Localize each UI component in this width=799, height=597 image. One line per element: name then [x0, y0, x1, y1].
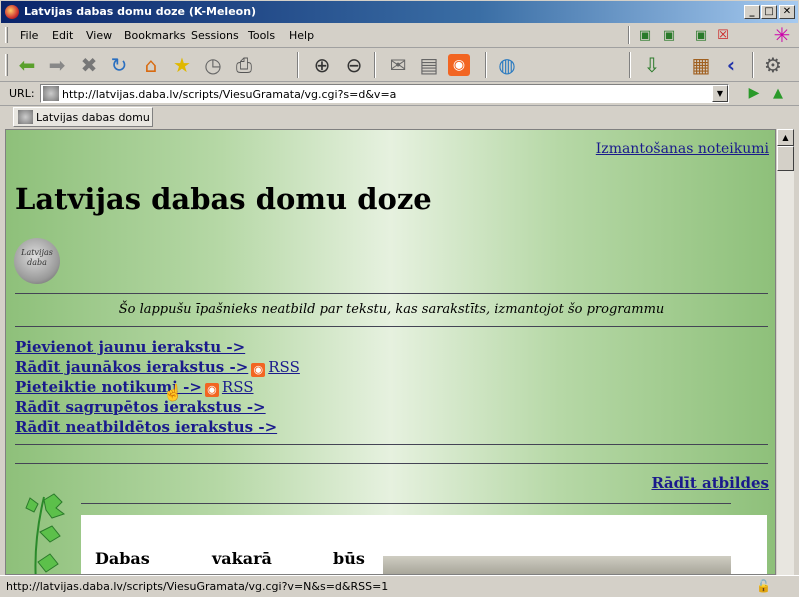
- menu-tools[interactable]: Tools: [248, 29, 275, 42]
- entry-word: būs: [333, 549, 365, 568]
- settings-gear-icon[interactable]: ⚙: [760, 52, 786, 78]
- toolbar-separator: [374, 52, 376, 78]
- rss-link[interactable]: RSS: [268, 358, 300, 376]
- bookmarks-panel-icon[interactable]: ▦: [688, 52, 714, 78]
- url-label: URL:: [9, 87, 35, 100]
- divider: [15, 326, 768, 327]
- url-bar: URL: http://latvijas.daba.lv/scripts/Vie…: [0, 82, 799, 106]
- menu-sessions[interactable]: Sessions: [191, 29, 239, 42]
- throbber-icon: ✳: [773, 23, 791, 47]
- menu-help[interactable]: Help: [289, 29, 314, 42]
- forward-icon[interactable]: ➡: [44, 52, 70, 78]
- title-bar: Latvijas dabas domu doze (K-Meleon) _ □ …: [0, 0, 799, 23]
- download-icon[interactable]: ⇩: [639, 52, 665, 78]
- divider: [15, 444, 768, 445]
- history-icon[interactable]: ◷: [200, 52, 226, 78]
- toolbar-separator: [485, 52, 487, 78]
- minimize-button[interactable]: _: [744, 5, 760, 19]
- go-icon[interactable]: ▶: [744, 82, 764, 104]
- leaf-decoration-icon: [25, 493, 66, 574]
- rss-icon[interactable]: ◉: [251, 363, 266, 377]
- entry-photo: [383, 556, 731, 574]
- sidebar-toggle-icon[interactable]: ‹: [718, 52, 744, 78]
- menu-file[interactable]: File: [20, 29, 38, 42]
- rss-link[interactable]: RSS: [222, 378, 254, 396]
- tab-latvijas-dabas[interactable]: Latvijas dabas domu ...: [13, 107, 153, 137]
- tab-next-icon[interactable]: ▣: [660, 25, 678, 45]
- collapse-icon[interactable]: ▲: [768, 82, 788, 104]
- zoom-in-icon[interactable]: ⊕: [309, 52, 335, 78]
- maximize-button[interactable]: □: [761, 5, 777, 19]
- menu-edit[interactable]: Edit: [52, 29, 73, 42]
- web-page-content: Izmantošanas noteikumi Latvijas dabas do…: [5, 129, 776, 575]
- menu-view[interactable]: View: [86, 29, 112, 42]
- tab-prev-icon[interactable]: ▣: [636, 25, 654, 45]
- menu-grip[interactable]: [5, 27, 8, 43]
- status-bar: http://latvijas.daba.lv/scripts/ViesuGra…: [0, 575, 799, 597]
- rss-icon[interactable]: ◉: [204, 383, 219, 397]
- disclaimer-text: Šo lappušu īpašnieks neatbild par tekstu…: [118, 302, 665, 317]
- add-entry-link[interactable]: Pievienot jaunu ierakstu ->: [15, 338, 245, 356]
- entry-word: Dabas: [95, 549, 150, 568]
- k-meleon-icon[interactable]: [5, 5, 19, 19]
- window-title: Latvijas dabas domu doze (K-Meleon): [24, 5, 257, 18]
- rss-feed-icon[interactable]: ◉: [448, 54, 470, 76]
- zoom-out-icon[interactable]: ⊖: [341, 52, 367, 78]
- url-dropdown-icon[interactable]: ▼: [712, 85, 728, 102]
- entry-word: vakarā: [212, 549, 272, 568]
- divider: [81, 503, 731, 504]
- terms-of-use-link[interactable]: Izmantošanas noteikumi: [596, 141, 769, 157]
- url-input[interactable]: http://latvijas.daba.lv/scripts/ViesuGra…: [40, 84, 729, 103]
- globe-icon[interactable]: ◍: [494, 52, 520, 78]
- new-tab-icon[interactable]: ▣: [692, 25, 710, 45]
- security-lock-icon: 🔓: [756, 579, 771, 593]
- tab-favicon: [18, 110, 33, 124]
- menu-bar: File Edit View Bookmarks Sessions Tools …: [0, 23, 799, 48]
- close-tab-icon[interactable]: ☒: [714, 25, 732, 45]
- stop-icon[interactable]: ✖: [76, 52, 102, 78]
- scroll-up-icon[interactable]: ▲: [777, 129, 794, 146]
- url-text[interactable]: http://latvijas.daba.lv/scripts/ViesuGra…: [62, 88, 396, 101]
- grouped-entries-link[interactable]: Rādīt sagrupētos ierakstus ->: [15, 398, 266, 416]
- events-link[interactable]: Pieteiktie notikumi -> ◉ RSS: [15, 378, 254, 397]
- reload-icon[interactable]: ↻: [106, 52, 132, 78]
- divider: [15, 463, 768, 464]
- menu-bookmarks[interactable]: Bookmarks: [124, 29, 185, 42]
- close-button[interactable]: ✕: [779, 5, 795, 19]
- hand-cursor-icon: ☝: [163, 383, 183, 402]
- home-icon[interactable]: ⌂: [138, 52, 164, 78]
- site-logo: Latvijas daba: [14, 238, 60, 284]
- show-answers-link[interactable]: Rādīt atbildes: [651, 474, 769, 492]
- vertical-scrollbar[interactable]: ▲: [776, 129, 794, 575]
- print-icon[interactable]: ⎙: [231, 52, 257, 78]
- toolbar-separator: [629, 52, 631, 78]
- toolbar-separator: [752, 52, 754, 78]
- tab-bar: Latvijas dabas domu ...: [0, 106, 799, 137]
- entry-panel: Dabas vakarā būs: [81, 515, 767, 574]
- mail-icon[interactable]: ✉: [385, 52, 411, 78]
- page-heading: Latvijas dabas domu doze: [15, 182, 432, 216]
- latest-entries-link[interactable]: Rādīt jaunākos ierakstus -> ◉ RSS: [15, 358, 300, 377]
- navigation-toolbar: ⬅ ➡ ✖ ↻ ⌂ ★ ◷ ⎙ ⊕ ⊖ ✉ ▤ ◉ ◍ ⇩ ▦ ‹ ⚙: [0, 48, 799, 82]
- status-text: http://latvijas.daba.lv/scripts/ViesuGra…: [6, 580, 389, 593]
- toolbar-separator: [297, 52, 299, 78]
- scroll-thumb[interactable]: [777, 146, 794, 171]
- divider: [15, 293, 768, 294]
- site-favicon: [43, 86, 59, 101]
- back-icon[interactable]: ⬅: [14, 52, 40, 78]
- page-source-icon[interactable]: ▤: [416, 52, 442, 78]
- menu-separator: [628, 26, 630, 44]
- bookmark-star-icon[interactable]: ★: [169, 52, 195, 78]
- unanswered-entries-link[interactable]: Rādīt neatbildētos ierakstus ->: [15, 418, 277, 436]
